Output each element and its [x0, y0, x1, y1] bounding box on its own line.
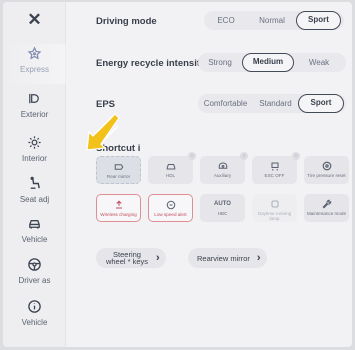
star-icon	[3, 44, 66, 64]
energy-recycle-strong[interactable]: Strong	[198, 53, 242, 72]
sidebar-item-label: Vehicle	[21, 235, 48, 244]
tile-auxiliary[interactable]: ○ Auxiliary	[200, 152, 248, 184]
auto-icon: AUTO	[214, 201, 231, 207]
eps-comfortable[interactable]: Comfortable	[198, 94, 253, 113]
eps-label: EPS	[96, 99, 116, 110]
mirror-icon	[97, 160, 140, 174]
sun-icon	[3, 133, 66, 153]
aux-icon	[200, 159, 245, 173]
eps-selector: Comfortable Standard Sport	[198, 94, 346, 113]
headlight-icon	[148, 159, 193, 173]
remove-badge-icon[interactable]: ○	[188, 152, 196, 160]
sidebar-item-exterior[interactable]: Exterior	[3, 89, 66, 129]
sidebar-item-vehicle[interactable]: Vehicle	[3, 214, 66, 254]
tile-label: Rear mirror	[106, 174, 131, 179]
tire-icon	[304, 159, 349, 173]
chevron-right-icon: ›	[156, 252, 160, 264]
eps-standard[interactable]: Standard	[253, 94, 298, 113]
eps-sport[interactable]: Sport	[298, 94, 344, 113]
driving-mode-normal[interactable]: Normal	[248, 11, 296, 30]
sidebar-item-vehicle-info[interactable]: Vehicle	[3, 297, 66, 337]
tile-daytime-running-lamp[interactable]: Daytime running lamp	[252, 194, 297, 222]
info-icon	[3, 297, 66, 317]
drl-icon	[252, 197, 297, 211]
tile-label: Low speed alert	[154, 212, 187, 217]
steering-wheel-keys-button[interactable]: Steering wheel * keys ›	[96, 248, 166, 268]
sidebar-item-seat-adj[interactable]: Seat adj	[3, 174, 66, 214]
tile-tire-pressure-reset[interactable]: Tire pressure reset	[304, 156, 349, 184]
wrench-icon	[304, 197, 349, 211]
chevron-right-icon: ›	[256, 252, 261, 264]
sidebar-item-driver-assist[interactable]: Driver as	[3, 255, 66, 295]
esc-icon	[252, 159, 297, 173]
sidebar-item-label: Seat adj	[19, 195, 50, 204]
driving-mode-sport[interactable]: Sport	[296, 11, 341, 30]
speaker-icon	[149, 198, 192, 212]
tile-label: Daytime running lamp	[257, 211, 292, 221]
close-icon[interactable]: ✕	[3, 10, 66, 30]
energy-recycle-label: Energy recycle intensity	[96, 58, 206, 69]
energy-recycle-selector: Strong Medium Weak	[198, 53, 346, 72]
tile-label: HDL	[165, 173, 176, 178]
tile-hdl[interactable]: ○ HDL	[148, 152, 196, 184]
wheel-icon	[3, 255, 66, 275]
rearview-mirror-label: Rearview mirror	[197, 253, 250, 263]
tile-wireless-charging[interactable]: Wireless charging	[96, 194, 141, 222]
sidebar-item-interior[interactable]: Interior	[3, 133, 66, 173]
sidebar-item-express[interactable]: Express	[3, 44, 66, 84]
tile-maintenance-mode[interactable]: Maintenance mode	[304, 194, 349, 222]
remove-badge-icon[interactable]: ○	[292, 152, 300, 160]
sidebar-item-label: Interior	[22, 154, 47, 163]
rearview-mirror-button[interactable]: Rearview mirror ›	[188, 248, 267, 268]
tile-low-speed-alert[interactable]: Low speed alert	[148, 194, 193, 222]
tile-label: Tire pressure reset	[307, 173, 346, 178]
sidebar: ✕ Express Exterior Interior Seat adj Veh…	[3, 2, 66, 347]
tile-esc-off[interactable]: ○ ESC OFF	[252, 152, 300, 184]
tile-label: HBC	[217, 211, 228, 216]
steering-wheel-keys-label: Steering wheel * keys	[105, 250, 149, 266]
settings-window: ✕ Express Exterior Interior Seat adj Veh…	[3, 2, 352, 347]
driving-mode-label: Driving mode	[96, 16, 157, 27]
driving-mode-eco[interactable]: ECO	[204, 11, 248, 30]
tile-label: Wireless charging	[100, 212, 137, 217]
remove-badge-icon[interactable]: ○	[240, 152, 248, 160]
tile-auto-hbc[interactable]: AUTO HBC	[200, 194, 245, 222]
sidebar-item-label: Driver as	[18, 276, 51, 285]
tile-rear-mirror[interactable]: Rear mirror	[96, 156, 141, 184]
tile-label: Auxiliary	[213, 173, 232, 178]
sidebar-item-label: Exterior	[20, 110, 49, 119]
main-panel: Driving mode ECO Normal Sport Energy rec…	[66, 2, 352, 347]
energy-recycle-medium[interactable]: Medium	[242, 53, 294, 72]
tile-label: Maintenance mode	[306, 211, 347, 216]
energy-recycle-weak[interactable]: Weak	[294, 53, 344, 72]
pointer-arrow-icon	[86, 114, 120, 151]
tile-label: ESC OFF	[264, 173, 285, 178]
seat-icon	[3, 174, 66, 194]
light-icon	[3, 89, 66, 109]
sidebar-item-label: Express	[20, 65, 49, 74]
sidebar-item-label: Vehicle	[21, 318, 48, 327]
car-icon	[3, 214, 66, 234]
driving-mode-selector: ECO Normal Sport	[204, 11, 344, 30]
wireless-icon	[97, 198, 140, 212]
